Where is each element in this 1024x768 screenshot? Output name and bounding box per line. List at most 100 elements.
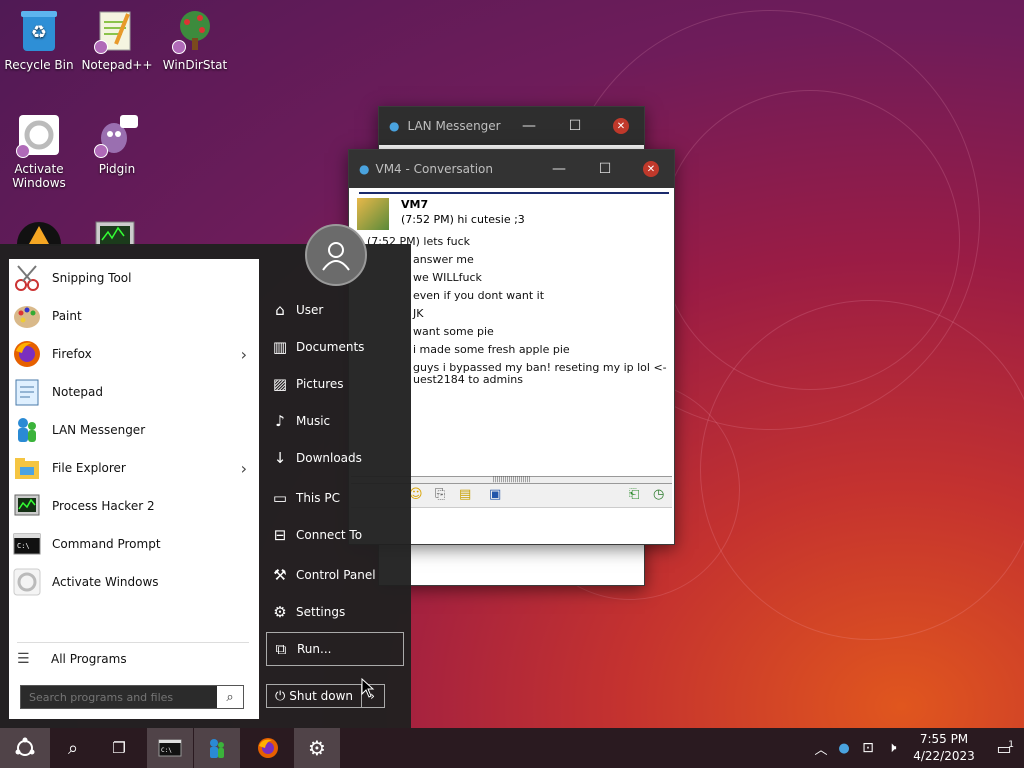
recycle-bin-icon: ♻ [16, 8, 62, 54]
program-label: Activate Windows [52, 575, 159, 589]
pictures-icon: ▨ [272, 375, 288, 393]
chat-message: want some pie [413, 325, 494, 338]
maximize-button[interactable]: ☐ [552, 107, 598, 145]
program-label: Snipping Tool [52, 271, 132, 285]
chat-message: uest2184 to admins [413, 373, 524, 386]
clock[interactable]: 7:55 PM 4/22/2023 [904, 728, 984, 768]
maximize-button[interactable]: ☐ [582, 150, 628, 188]
desktop-icon-activate-windows[interactable]: Activate Windows [1, 112, 77, 190]
taskbar-app-settings[interactable]: ⚙ [294, 728, 340, 768]
command-prompt-icon: C:\ [12, 529, 42, 559]
taskbar-app-lan-messenger[interactable] [194, 728, 240, 768]
desktop-icon-label: WinDirStat [162, 58, 228, 72]
program-command-prompt[interactable]: C:\ Command Prompt [9, 525, 259, 563]
start-item-user[interactable]: ⌂ User [266, 294, 406, 326]
start-item-run[interactable]: ⧉ Run... [266, 632, 404, 666]
clock-date: 4/22/2023 [913, 749, 975, 763]
desktop-icon-recycle-bin[interactable]: ♻ Recycle Bin [1, 8, 77, 72]
first-message: (7:52 PM) hi cutesie ;3 [401, 213, 525, 226]
notepad-icon [12, 377, 42, 407]
lan-messenger-titlebar[interactable]: ● LAN Messenger — ☐ ✕ [379, 107, 644, 145]
program-label: Command Prompt [52, 537, 161, 551]
search-box[interactable]: ⌕ [20, 685, 244, 709]
start-item-documents[interactable]: ▥ Documents [266, 331, 406, 363]
file-explorer-icon [12, 453, 42, 483]
chat-message: answer me [413, 253, 474, 266]
shutdown-button[interactable]: ⏻ Shut down [266, 684, 362, 708]
search-icon[interactable]: ⌕ [217, 686, 243, 708]
desktop-icon-notepadpp[interactable]: Notepad++ [79, 8, 155, 72]
paint-icon [12, 301, 42, 331]
start-button[interactable] [0, 728, 50, 768]
task-view-button[interactable]: ❐ [96, 728, 142, 768]
minimize-button[interactable]: — [506, 107, 552, 145]
search-input[interactable] [21, 686, 217, 708]
history-icon[interactable]: ◷ [653, 487, 664, 502]
conversation-titlebar[interactable]: ● VM4 - Conversation — ☐ ✕ [349, 150, 674, 188]
programs-divider [17, 642, 249, 643]
taskbar-app-firefox[interactable] [245, 728, 291, 768]
program-file-explorer[interactable]: File Explorer › [9, 449, 259, 487]
start-item-label: Documents [296, 340, 365, 354]
start-item-label: Music [296, 414, 331, 428]
chat-divider [359, 192, 669, 194]
search-icon: ⌕ [67, 737, 79, 759]
start-item-label: Downloads [296, 451, 362, 465]
minimize-button[interactable]: — [536, 150, 582, 188]
close-button[interactable]: ✕ [598, 107, 644, 145]
program-label: Firefox [52, 347, 92, 361]
task-view-icon: ❐ [112, 739, 126, 757]
desktop-icon-label: Recycle Bin [4, 58, 74, 72]
program-lan-messenger[interactable]: LAN Messenger [9, 411, 259, 449]
settings-icon: ⚙ [273, 603, 287, 621]
windirstat-icon [172, 8, 218, 54]
notification-center-button[interactable]: ▭ 1 [984, 728, 1024, 768]
chat-message: we WILLfuck [413, 271, 482, 284]
program-label: Process Hacker 2 [52, 499, 155, 513]
lan-messenger-icon [210, 739, 224, 758]
start-item-pictures[interactable]: ▨ Pictures [266, 368, 406, 400]
svg-text:♻: ♻ [31, 22, 47, 43]
program-paint[interactable]: Paint [9, 297, 259, 335]
activate-windows-icon [16, 112, 62, 158]
program-label: Notepad [52, 385, 103, 399]
tray-lan-messenger[interactable]: ● [832, 728, 856, 768]
start-item-label: Connect To [296, 528, 363, 542]
sender-avatar [357, 198, 389, 230]
all-programs-button[interactable]: ☰ All Programs [9, 644, 259, 674]
program-snipping-tool[interactable]: Snipping Tool [9, 259, 259, 297]
show-hidden-icons-button[interactable]: ︿ [810, 728, 832, 768]
start-item-control-panel[interactable]: ⚒ Control Panel [266, 559, 406, 591]
tray-network[interactable]: ⊡ [856, 728, 880, 768]
taskbar: ⌕ ❐ C:\ ⚙ ︿ ● ⊡ 🕨 7:55 PM 4/22/2023 ▭ 1 [0, 728, 1024, 768]
firefox-icon [12, 339, 42, 369]
taskbar-search-button[interactable]: ⌕ [50, 728, 96, 768]
program-label: Paint [52, 309, 82, 323]
transfers-icon[interactable]: ⎗ [629, 487, 639, 502]
tray-volume[interactable]: 🕨 [880, 728, 904, 768]
desktop-icon-partial-monitor[interactable] [94, 218, 140, 249]
start-menu: Snipping Tool Paint Firefox › Notepad LA… [0, 224, 411, 728]
program-activate-windows[interactable]: Activate Windows [9, 563, 259, 601]
start-item-downloads[interactable]: ↓ Downloads [266, 442, 406, 474]
send-file-icon[interactable]: ⎘ [435, 487, 445, 502]
start-programs-panel: Snipping Tool Paint Firefox › Notepad LA… [9, 259, 259, 719]
program-label: File Explorer [52, 461, 126, 475]
program-process-hacker[interactable]: Process Hacker 2 [9, 487, 259, 525]
send-folder-icon[interactable]: ▤ [459, 487, 471, 502]
user-avatar[interactable] [305, 224, 367, 286]
close-button[interactable]: ✕ [628, 150, 674, 188]
start-item-connect-to[interactable]: ⊟ Connect To [266, 519, 406, 551]
desktop-icon-pidgin[interactable]: Pidgin [79, 112, 155, 176]
desktop-icon-windirstat[interactable]: WinDirStat [157, 8, 233, 72]
desktop-icon-partial-vlc[interactable] [16, 216, 62, 266]
taskbar-app-command-prompt[interactable]: C:\ [147, 728, 193, 768]
start-item-settings[interactable]: ⚙ Settings [266, 596, 406, 628]
start-item-music[interactable]: ♪ Music [266, 405, 406, 437]
start-item-this-pc[interactable]: ▭ This PC [266, 482, 406, 514]
save-icon[interactable]: ▣ [489, 487, 501, 502]
program-notepad[interactable]: Notepad [9, 373, 259, 411]
program-firefox[interactable]: Firefox › [9, 335, 259, 373]
start-item-label: Pictures [296, 377, 344, 391]
emoticon-icon[interactable]: ☺ [409, 487, 423, 502]
